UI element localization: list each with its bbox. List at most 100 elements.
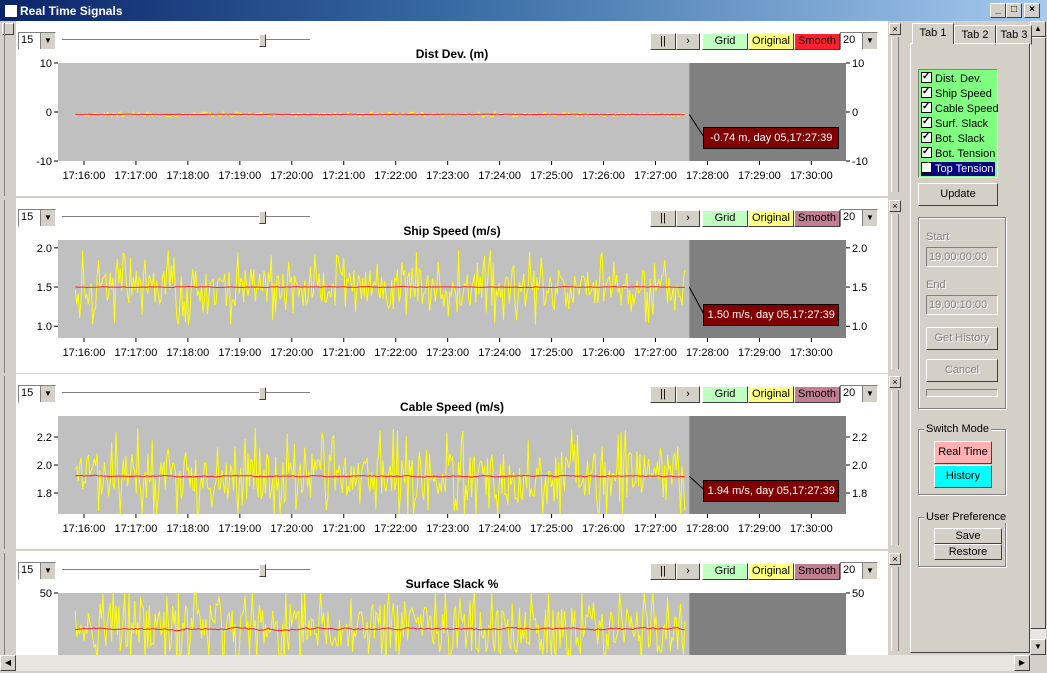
x-tick-label: 17:27:00 (634, 347, 677, 359)
x-tick-label: 17:17:00 (115, 523, 158, 535)
x-tick-label: 17:21:00 (322, 170, 365, 182)
scroll-left-button[interactable]: ◀ (0, 655, 16, 671)
cancel-button[interactable]: Cancel (926, 359, 998, 382)
x-tick-label: 17:19:00 (218, 170, 261, 182)
control-panel: Tab 1 Tab 2 Tab 3 Dist. Dev. Ship Speed Ca… (906, 21, 1032, 655)
chart-resize-handle[interactable] (891, 37, 899, 192)
chart-panel: 15 ▼ || › Grid Original Smooth 20 ▼ Ship Speed (m… (16, 198, 888, 373)
signal-checkbox[interactable] (921, 145, 932, 159)
signal-item[interactable]: Bot. Slack (921, 130, 985, 146)
x-tick-label: 17:27:00 (634, 523, 677, 535)
x-tick-label: 17:26:00 (582, 347, 625, 359)
signal-label: Surf. Slack (935, 118, 989, 130)
y-tick-label-right: 1.8 (852, 488, 867, 500)
scroll-right-button[interactable]: ▶ (1014, 655, 1030, 671)
y-tick-label-left: -10 (36, 156, 52, 168)
chart-resize-handle[interactable] (891, 214, 899, 369)
value-tooltip: -0.74 m, day 05,17:27:39 (703, 127, 840, 149)
tab-1[interactable]: Tab 1 (912, 23, 954, 44)
x-tick-label: 17:20:00 (270, 347, 313, 359)
signal-item[interactable]: Top Tension (921, 160, 995, 176)
get-history-button[interactable]: Get History (926, 327, 998, 350)
chart-svg: 2.2 2.2 2.0 2.0 1.8 1.8 17:16:00 17:17:00 17:18:… (37, 416, 867, 535)
scroll-down-button[interactable]: ▼ (1030, 639, 1046, 655)
scroll-up-button[interactable]: ▲ (1030, 21, 1046, 37)
y-tick-label-right: 2.0 (852, 460, 867, 472)
plot-area[interactable] (58, 63, 690, 161)
x-tick-label: 17:17:00 (115, 347, 158, 359)
y-tick-label-right: -10 (852, 156, 868, 168)
title-bar[interactable]: Real Time Signals _ □ × (0, 0, 1047, 21)
end-input[interactable]: 19,00:10:00 (926, 295, 998, 315)
signal-item[interactable]: Dist. Dev. (921, 70, 982, 86)
x-tick-label: 17:24:00 (478, 347, 521, 359)
start-input[interactable]: 19,00:00:00 (926, 247, 998, 267)
chart-side-bar: × (888, 551, 904, 655)
chart-left-handle[interactable] (4, 23, 17, 196)
y-tick-label-left: 1.0 (37, 321, 52, 333)
x-tick-label: 17:21:00 (322, 523, 365, 535)
window-title: Real Time Signals (20, 4, 123, 18)
maximize-button[interactable]: □ (1006, 3, 1022, 18)
y-tick-label-left: 2.2 (37, 432, 52, 444)
update-button[interactable]: Update (918, 183, 998, 206)
signals-list[interactable]: Dist. Dev. Ship Speed Cable Speed Surf. Sla… (918, 69, 999, 178)
tab-3[interactable]: Tab 3 (996, 25, 1032, 45)
chart-close-button[interactable]: × (889, 553, 901, 565)
chart-close-button[interactable]: × (889, 200, 901, 212)
x-tick-label: 17:23:00 (426, 523, 469, 535)
value-tooltip: 1.50 m/s, day 05,17:27:39 (703, 304, 840, 326)
y-tick-label-right: 50 (852, 588, 864, 600)
signal-checkbox[interactable] (921, 100, 932, 114)
y-tick-label-left: 2.0 (37, 460, 52, 472)
y-tick-label-right: 1.5 (852, 282, 867, 294)
y-tick-label-right: 2.2 (852, 432, 867, 444)
signal-checkbox[interactable] (921, 70, 932, 84)
y-tick-label-right: 0 (852, 107, 858, 119)
x-tick-label: 17:16:00 (63, 523, 106, 535)
signal-label: Dist. Dev. (935, 73, 982, 85)
chart-left-handle[interactable] (4, 376, 17, 549)
chart-resize-handle[interactable] (891, 390, 899, 545)
chart-resize-handle[interactable] (891, 567, 899, 651)
signal-item[interactable]: Surf. Slack (921, 115, 989, 131)
signal-label: Bot. Tension (935, 148, 996, 160)
plot-area[interactable] (58, 240, 690, 338)
app-icon (4, 4, 18, 18)
x-tick-label: 17:17:00 (115, 170, 158, 182)
x-tick-label: 17:18:00 (166, 347, 209, 359)
chart-panel: 15 ▼ || › Grid Original Smooth 20 ▼ Surface Slack… (16, 551, 888, 655)
x-tick-label: 17:20:00 (270, 170, 313, 182)
x-tick-label: 17:16:00 (63, 347, 106, 359)
signal-item[interactable]: Ship Speed (921, 85, 992, 101)
chart-close-button[interactable]: × (889, 376, 901, 388)
chart-svg: 2.0 2.0 1.5 1.5 1.0 1.0 17:16:00 17:17:00 17:18:… (37, 240, 867, 359)
signal-checkbox[interactable] (921, 85, 932, 99)
x-tick-label: 17:18:00 (166, 523, 209, 535)
x-tick-label: 17:29:00 (738, 523, 781, 535)
chart-left-handle[interactable] (4, 200, 17, 373)
horizontal-scrollbar[interactable]: ◀ ▶ (0, 655, 1030, 671)
chart-close-button[interactable]: × (889, 23, 901, 35)
scroll-thumb[interactable] (1030, 37, 1046, 629)
chart-left-handle[interactable] (4, 553, 17, 655)
close-button[interactable]: × (1024, 3, 1040, 18)
real-time-button[interactable]: Real Time (934, 441, 992, 464)
save-preference-button[interactable]: Save (934, 528, 1002, 544)
minimize-button[interactable]: _ (990, 3, 1006, 18)
signal-checkbox[interactable] (921, 115, 932, 129)
restore-preference-button[interactable]: Restore (934, 544, 1002, 560)
signal-item[interactable]: Bot. Tension (921, 145, 996, 161)
x-tick-label: 17:23:00 (426, 170, 469, 182)
signal-checkbox[interactable] (921, 160, 932, 174)
x-tick-label: 17:25:00 (530, 347, 573, 359)
y-tick-label-right: 10 (852, 58, 864, 70)
signal-checkbox[interactable] (921, 130, 932, 144)
history-button[interactable]: History (934, 465, 992, 488)
signal-item[interactable]: Cable Speed (921, 100, 999, 116)
vertical-scrollbar[interactable]: ▲ ▼ (1030, 21, 1046, 655)
series-smooth-line (75, 113, 685, 116)
start-label: Start (926, 231, 950, 243)
x-tick-label: 17:19:00 (218, 523, 261, 535)
tab-2[interactable]: Tab 2 (954, 25, 996, 45)
